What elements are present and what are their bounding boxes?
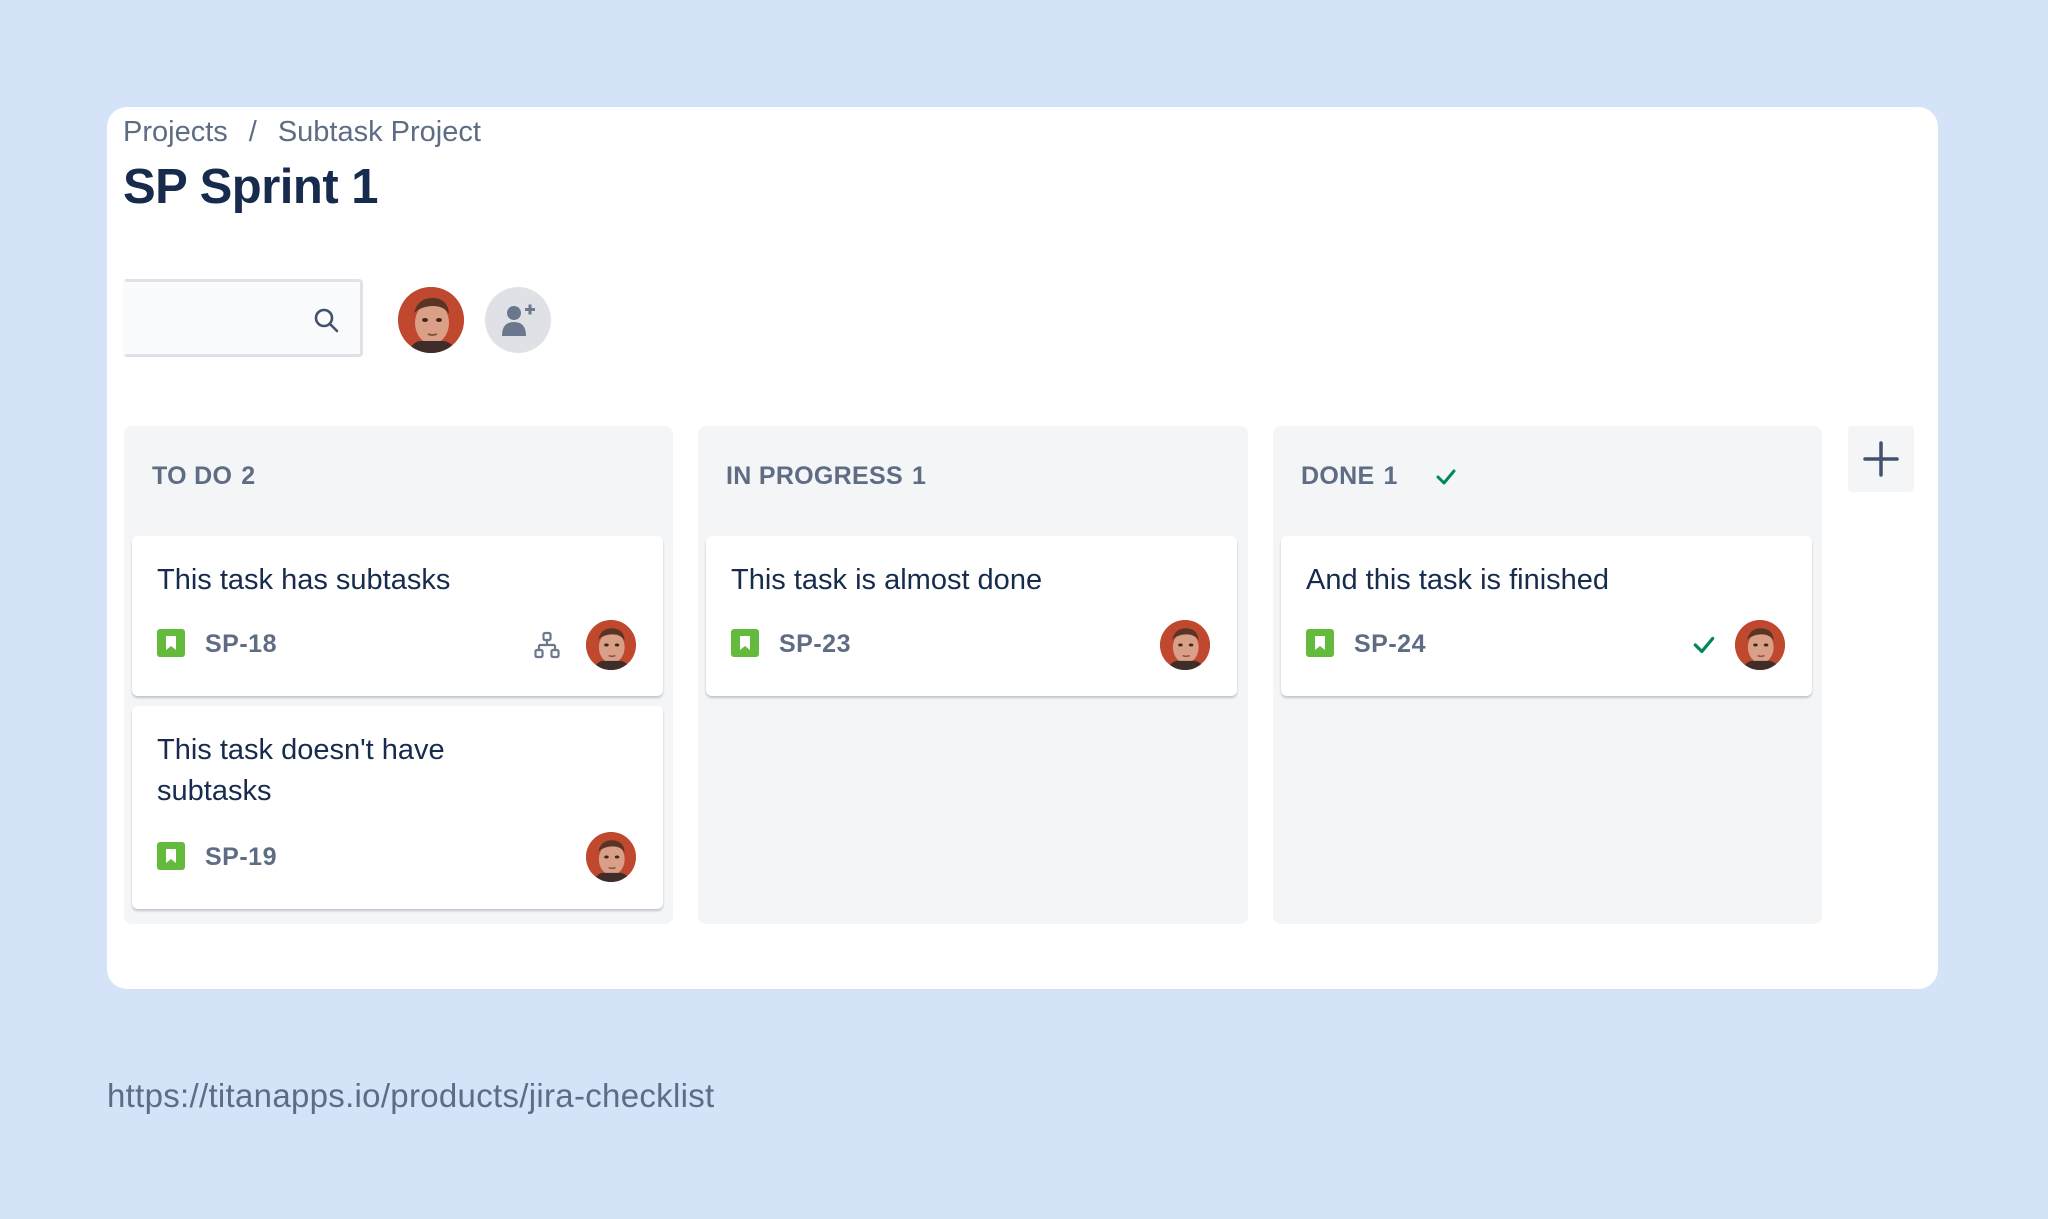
- page-title: SP Sprint 1: [123, 160, 379, 214]
- column-name: TO DO: [152, 462, 233, 490]
- card-title: This task is almost done: [731, 564, 1043, 596]
- column-todo: TO DO 2 This task has subtasks SP-18 Thi…: [124, 426, 673, 924]
- issue-card[interactable]: And this task is finished SP-24: [1281, 536, 1812, 696]
- story-icon: [1306, 629, 1334, 657]
- column-header: TO DO 2: [152, 462, 255, 491]
- search-icon[interactable]: [312, 306, 340, 334]
- add-user-icon: [502, 304, 535, 336]
- card-title: This task doesn't have subtasks: [157, 734, 445, 807]
- resolved-check-icon: [1693, 636, 1715, 654]
- column-header: DONE 1: [1301, 462, 1458, 491]
- assignee-avatar[interactable]: [586, 620, 636, 670]
- done-check-icon: [1436, 469, 1456, 484]
- add-people-button[interactable]: [485, 287, 551, 353]
- issue-key[interactable]: SP-24: [1354, 630, 1426, 659]
- breadcrumb-separator: /: [248, 116, 257, 148]
- issue-card[interactable]: This task has subtasks SP-18: [132, 536, 663, 696]
- assignee-avatar[interactable]: [1735, 620, 1785, 670]
- add-column-button[interactable]: [1848, 426, 1914, 492]
- breadcrumb-project-link[interactable]: Subtask Project: [278, 116, 481, 149]
- breadcrumb: Projects / Subtask Project: [123, 116, 481, 149]
- issue-key[interactable]: SP-19: [205, 843, 277, 872]
- issue-card[interactable]: This task is almost done SP-23: [706, 536, 1237, 696]
- card-title: And this task is finished: [1306, 564, 1610, 596]
- board-panel: Projects / Subtask Project SP Sprint 1 T…: [107, 107, 1938, 989]
- search-box: [123, 279, 363, 357]
- card-title: This task has subtasks: [157, 564, 451, 596]
- column-count: 2: [241, 462, 256, 490]
- issue-key[interactable]: SP-23: [779, 630, 851, 659]
- user-avatar-filter[interactable]: [398, 287, 464, 353]
- assignee-avatar[interactable]: [586, 832, 636, 882]
- column-header: IN PROGRESS 1: [726, 462, 926, 491]
- footer-url: https://titanapps.io/products/jira-check…: [107, 1077, 715, 1114]
- breadcrumb-projects-link[interactable]: Projects: [123, 116, 228, 149]
- column-in-progress: IN PROGRESS 1 This task is almost done S…: [698, 426, 1248, 924]
- assignee-avatar[interactable]: [1160, 620, 1210, 670]
- story-icon: [157, 842, 185, 870]
- issue-key[interactable]: SP-18: [205, 630, 277, 659]
- column-name: IN PROGRESS: [726, 462, 903, 490]
- story-icon: [731, 629, 759, 657]
- column-done: DONE 1 And this task is finished SP-24: [1273, 426, 1822, 924]
- issue-card[interactable]: This task doesn't have subtasks SP-19: [132, 706, 663, 909]
- column-count: 1: [911, 462, 927, 490]
- story-icon: [157, 629, 185, 657]
- plus-icon: [1863, 441, 1899, 477]
- column-count: 1: [1383, 462, 1398, 490]
- subtasks-icon: [534, 631, 560, 659]
- column-name: DONE: [1301, 462, 1375, 490]
